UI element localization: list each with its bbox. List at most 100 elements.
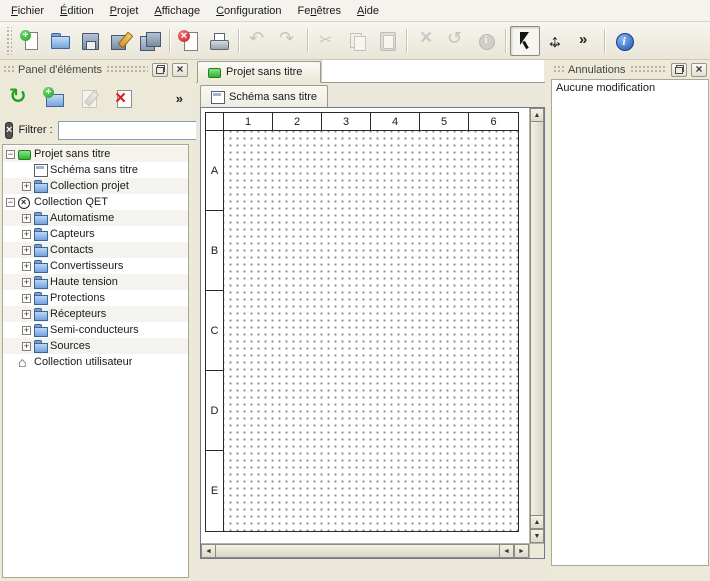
expand-icon[interactable]: + [22,342,31,351]
row-header-d: D [206,371,224,451]
undo-button [243,26,273,56]
expand-icon[interactable]: + [22,214,31,223]
vertical-scrollbar[interactable] [529,108,544,543]
expand-icon[interactable]: + [22,326,31,335]
tree-item-automatisme[interactable]: +Automatisme [3,210,188,226]
tree-item-semi-conducteurs[interactable]: +Semi-conducteurs [3,322,188,338]
scroll-down-button[interactable] [530,529,544,543]
project-icon [18,148,31,160]
float-panel-button[interactable] [671,63,687,77]
menu-item-affichage[interactable]: Affichage [146,2,208,20]
tree-item-label: Convertisseurs [50,260,123,272]
panel-toolbar-extension-button[interactable]: » [172,91,187,106]
print-button[interactable] [204,26,234,56]
expand-icon[interactable]: + [22,278,31,287]
horizontal-scrollbar-thumb[interactable] [215,544,500,558]
about-button[interactable] [609,26,639,56]
save-all-button[interactable] [135,26,165,56]
save-as-button[interactable] [105,26,135,56]
undo-icon [247,30,269,52]
tree-item-contacts[interactable]: +Contacts [3,242,188,258]
redo-icon [277,30,299,52]
open-project-button[interactable] [45,26,75,56]
tab-bar-empty-area [321,60,544,82]
select-arrow-icon [514,30,536,52]
tree-item-label: Schéma sans titre [50,164,138,176]
scroll-right-button[interactable] [514,544,529,558]
menu-item-edition[interactable]: Édition [52,2,102,20]
scroll-up-button[interactable] [530,515,544,529]
vertical-scrollbar-thumb[interactable] [530,121,544,516]
collapse-icon[interactable]: − [6,198,15,207]
menu-item-fenetres[interactable]: Fenêtres [290,2,349,20]
scroll-left-button[interactable] [499,544,514,558]
tree-item-convertisseurs[interactable]: + Convertisseurs [3,258,188,274]
diagram-canvas[interactable]: 123456 ABCDE [201,108,529,543]
save-button[interactable] [75,26,105,56]
tree-item-label: Projet sans titre [34,148,110,160]
expand-icon[interactable]: + [22,294,31,303]
tree-item-sources[interactable]: +Sources [3,338,188,354]
expand-icon[interactable]: + [22,262,31,271]
tree-item-capteurs[interactable]: +Capteurs [3,226,188,242]
new-project-button[interactable] [15,26,45,56]
tree-item-protections[interactable]: +Protections [3,290,188,306]
float-panel-button[interactable] [152,63,168,77]
project-tab-bar: Projet sans titre [196,60,545,83]
toolbar-separator [402,27,411,55]
toolbar-extension-button[interactable] [570,26,600,56]
delete-element-button[interactable] [109,83,139,113]
tree-item-collection-utilisateur[interactable]: Collection utilisateur [3,354,188,370]
scroll-left-button[interactable] [201,544,216,558]
tree-item-collection-qet[interactable]: −Collection QET [3,194,188,210]
close-panel-button[interactable] [691,63,707,77]
tree-item-haute-tension[interactable]: + Haute tension [3,274,188,290]
clear-filter-button[interactable] [5,122,13,139]
paste-button [372,26,402,56]
expand-icon[interactable]: + [22,246,31,255]
project-tab[interactable]: Projet sans titre [197,61,321,83]
close-project-button[interactable] [174,26,204,56]
folder-icon [34,292,47,304]
tree-item-recepteurs[interactable]: +Récepteurs [3,306,188,322]
filter-input[interactable] [58,121,208,140]
new-element-button[interactable] [39,83,69,113]
tree-item-label: Haute tension [50,276,118,288]
collapse-icon[interactable]: − [6,150,15,159]
toolbar-handle[interactable] [5,27,12,55]
close-panel-button[interactable] [172,63,188,77]
toolbar-separator [303,27,312,55]
horizontal-scrollbar[interactable] [201,543,529,558]
reload-collections-button[interactable] [4,83,34,113]
elements-panel-header[interactable]: Panel d'éléments [0,60,191,79]
undo-list-item[interactable]: Aucune modification [553,81,707,95]
scroll-up-button[interactable] [530,108,544,122]
pan-mode-button[interactable] [540,26,570,56]
tree-item-collection-projet[interactable]: +Collection projet [3,178,188,194]
undo-panel-header[interactable]: Annulations [550,60,710,79]
tree-item-schema-sans-titre[interactable]: Schéma sans titre [3,162,188,178]
row-header-c: C [206,291,224,371]
menu-item-configuration[interactable]: Configuration [208,2,289,20]
undo-panel: Annulations Aucune modification [550,60,710,581]
expand-icon[interactable]: + [22,230,31,239]
new-element-icon [43,87,65,109]
toolbar-separator [165,27,174,55]
folder-icon [34,340,47,352]
menu-item-aide[interactable]: Aide [349,2,387,20]
expand-icon[interactable]: + [22,310,31,319]
schema-tab[interactable]: Schéma sans titre [200,85,328,107]
new-document-icon [19,30,41,52]
menu-item-projet[interactable]: Projet [102,2,147,20]
tree-item-projet-sans-titre[interactable]: − Projet sans titre [3,146,188,162]
folder-icon [34,276,47,288]
menu-item-fichier[interactable]: Fichier [3,2,52,20]
cut-icon [316,30,338,52]
menu-bar: FichierÉditionProjetAffichageConfigurati… [0,0,710,22]
diagram-grid[interactable] [224,131,518,531]
select-mode-button[interactable] [510,26,540,56]
main-toolbar-buttons [15,22,639,59]
expand-icon[interactable]: + [22,182,31,191]
panel-toolbar-buttons [4,83,139,113]
float-icon [156,65,165,74]
